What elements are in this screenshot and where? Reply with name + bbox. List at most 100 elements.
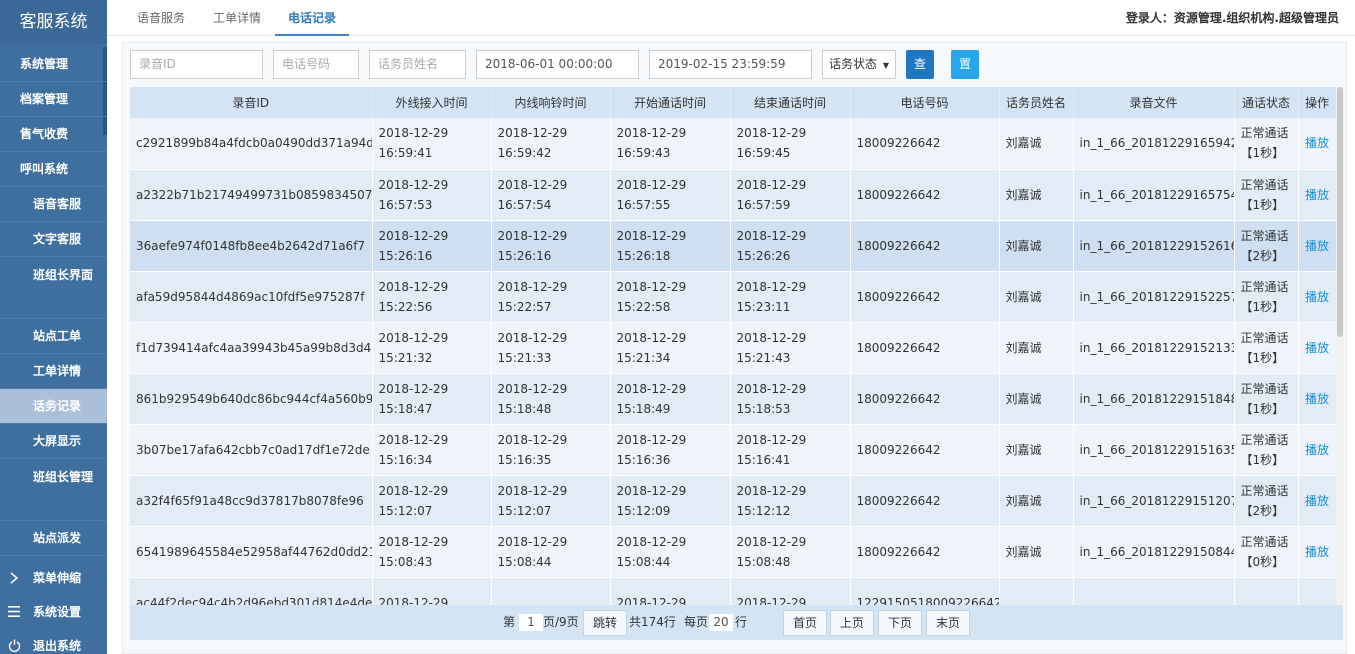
sidebar-item-order-details[interactable]: 工单详情 <box>0 354 107 389</box>
cell-play[interactable]: 播放 <box>1298 322 1336 374</box>
sidebar-item-voice-service[interactable]: 语音客服 <box>0 187 107 222</box>
sidebar-item-big-screen[interactable]: 大屏显示 <box>0 424 107 459</box>
table-row[interactable]: c2921899b84a4fdcb0a0490dd371a94d 2018-12-… <box>130 118 1336 170</box>
table-row[interactable]: afa59d95844d4869ac10fdf5e975287f 2018-12-… <box>130 271 1336 323</box>
cell-play[interactable]: 播放 <box>1298 118 1336 170</box>
jump-button[interactable]: 跳转 <box>583 610 627 636</box>
table-row[interactable]: ac44f2dec94c4b2d96ebd301d814e4de 2018-12-… <box>130 577 1336 605</box>
sidebar-item-system[interactable]: 系统管理 <box>0 47 107 82</box>
cell-play-text[interactable]: 播放 <box>1305 290 1329 304</box>
cell-play-text[interactable]: 播放 <box>1305 188 1329 202</box>
cell-phone-text: 18009226642 <box>856 493 941 508</box>
cell-play-text[interactable]: 播放 <box>1305 494 1329 508</box>
phone-input[interactable]: 电话号码 <box>273 50 359 79</box>
reset-button[interactable]: 置空 <box>951 50 980 100</box>
query-button[interactable]: 查询 <box>906 50 935 100</box>
table-row[interactable]: 861b929549b640dc86bc944cf4a560b9 2018-12-… <box>130 373 1336 425</box>
tab-order-details[interactable]: 工单详情 <box>213 0 261 36</box>
cell-play[interactable]: 播放 <box>1298 220 1336 272</box>
operator-name-input[interactable]: 话务员姓名 <box>369 50 466 79</box>
cell-status-text: 【2秒】 <box>1240 248 1285 263</box>
cell-ring-time: 2018-12-29 15:12:07 <box>491 475 611 527</box>
tab-call-records[interactable]: 电话记录 <box>275 0 350 36</box>
cell-play-text[interactable]: 播放 <box>1305 239 1329 253</box>
col-action[interactable]: 操作 <box>1298 87 1336 118</box>
cell-play[interactable] <box>1298 577 1336 605</box>
chevron-right-icon <box>7 561 21 595</box>
start-time-input[interactable]: 2018-06-01 00:00:00 <box>476 50 639 79</box>
cell-recording-id: c2921899b84a4fdcb0a0490dd371a94d <box>130 118 373 170</box>
cell-play[interactable]: 播放 <box>1298 526 1336 578</box>
cell-external-time-text: 15:26:16 <box>378 248 433 263</box>
sidebar-item-team-leader-ui[interactable]: 班组长界面 <box>0 257 107 319</box>
system-settings-button[interactable]: 系统设置 <box>0 595 107 629</box>
sidebar-item-call-records[interactable]: 话务记录 <box>0 389 107 424</box>
cell-start-time: 2018-12-29 15:21:34 <box>610 322 731 374</box>
table-scrollbar-thumb[interactable] <box>1337 87 1343 337</box>
cell-status-text: 正常通话 <box>1240 483 1289 498</box>
table-row[interactable]: 6541989645584e52958af44762d0dd21 2018-12-… <box>130 526 1336 578</box>
end-time-input[interactable]: 2019-02-15 23:59:59 <box>649 50 812 79</box>
table-row[interactable]: 36aefe974f0148fb8ee4b2642d71a6f7 2018-12-… <box>130 220 1336 272</box>
page-prefix: 第 <box>503 615 516 629</box>
col-external-time[interactable]: 外线接入时间 <box>372 87 492 118</box>
last-page-button[interactable]: 末页 <box>926 610 970 636</box>
sidebar-item-archive[interactable]: 档案管理 <box>0 82 107 117</box>
top-bar: 语音服务 工单详情 电话记录 登录人：资源管理.组织机构.超级管理员 <box>107 0 1355 36</box>
cell-start-time-text: 15:26:18 <box>616 248 671 263</box>
col-phone[interactable]: 电话号码 <box>850 87 1000 118</box>
cell-play[interactable]: 播放 <box>1298 373 1336 425</box>
cell-play[interactable]: 播放 <box>1298 475 1336 527</box>
col-recording-id[interactable]: 录音ID <box>130 87 373 118</box>
cell-start-time-text: 15:22:58 <box>616 299 671 314</box>
cell-status: 正常通话 【2秒】 <box>1234 475 1299 527</box>
table-row[interactable]: f1d739414afc4aa39943b45a99b8d3d4 2018-12-… <box>130 322 1336 374</box>
col-start-time[interactable]: 开始通话时间 <box>610 87 731 118</box>
table-row[interactable]: a2322b71b21749499731b08598345072 2018-12-… <box>130 169 1336 221</box>
cell-ring-time: 2018-12-29 16:59:42 <box>491 118 611 170</box>
sidebar-item-text-service[interactable]: 文字客服 <box>0 222 107 257</box>
logout-button[interactable]: 退出系统 <box>0 629 107 654</box>
sidebar-item-gas-billing[interactable]: 售气收费 <box>0 117 107 152</box>
menu-toggle-button[interactable]: 菜单伸缩 <box>0 561 107 595</box>
page-suffix: 页/9页 <box>543 615 579 629</box>
sidebar-item-team-leader-mgmt[interactable]: 班组长管理 <box>0 459 107 521</box>
cell-play[interactable]: 播放 <box>1298 271 1336 323</box>
prev-page-button[interactable]: 上页 <box>830 610 874 636</box>
next-page-button[interactable]: 下页 <box>878 610 922 636</box>
cell-file: in_1_66_20181229151207 <box>1073 475 1235 527</box>
call-status-dropdown[interactable]: 话务状态 ▼ <box>822 50 896 79</box>
cell-recording-id: 36aefe974f0148fb8ee4b2642d71a6f7 <box>130 220 373 272</box>
sidebar-item-site-orders[interactable]: 站点工单 <box>0 319 107 354</box>
cell-play-text[interactable]: 播放 <box>1305 136 1329 150</box>
tab-voice-service[interactable]: 语音服务 <box>137 0 185 36</box>
table-scrollbar[interactable] <box>1336 87 1344 605</box>
cell-play-text[interactable]: 播放 <box>1305 443 1329 457</box>
col-file[interactable]: 录音文件 <box>1073 87 1235 118</box>
col-ring-time[interactable]: 内线响铃时间 <box>491 87 611 118</box>
col-operator[interactable]: 话务员姓名 <box>999 87 1074 118</box>
sidebar-item-site-dispatch[interactable]: 站点派发 <box>0 521 107 556</box>
cell-play[interactable]: 播放 <box>1298 424 1336 476</box>
table-row[interactable]: 3b07be17afa642cbb7c0ad17df1e72de 2018-12-… <box>130 424 1336 476</box>
per-page-input[interactable]: 20 <box>709 614 733 631</box>
cell-play-text[interactable]: 播放 <box>1305 341 1329 355</box>
cell-play-text[interactable]: 播放 <box>1305 392 1329 406</box>
cell-status: 正常通话 【2秒】 <box>1234 220 1299 272</box>
cell-phone: 1229150518009226642 <box>850 577 1000 605</box>
cell-status-text: 【0秒】 <box>1240 554 1285 569</box>
cell-play-text[interactable]: 播放 <box>1305 545 1329 559</box>
cell-external-time-text: 15:21:32 <box>378 350 433 365</box>
cell-end-time-text: 2018-12-29 <box>736 534 807 549</box>
table-row[interactable]: a32f4f65f91a48cc9d37817b8078fe96 2018-12-… <box>130 475 1336 527</box>
cell-phone-text: 18009226642 <box>856 187 941 202</box>
sidebar-item-call-system[interactable]: 呼叫系统 <box>0 152 107 187</box>
col-end-time[interactable]: 结束通话时间 <box>730 87 851 118</box>
recording-id-input[interactable]: 录音ID <box>130 50 263 79</box>
first-page-button[interactable]: 首页 <box>783 610 827 636</box>
cell-start-time: 2018-12-29 15:22:58 <box>610 271 731 323</box>
page-number-input[interactable]: 1 <box>519 614 543 631</box>
cell-recording-id: 6541989645584e52958af44762d0dd21 <box>130 526 373 578</box>
col-status[interactable]: 通话状态 <box>1234 87 1299 118</box>
cell-play[interactable]: 播放 <box>1298 169 1336 221</box>
